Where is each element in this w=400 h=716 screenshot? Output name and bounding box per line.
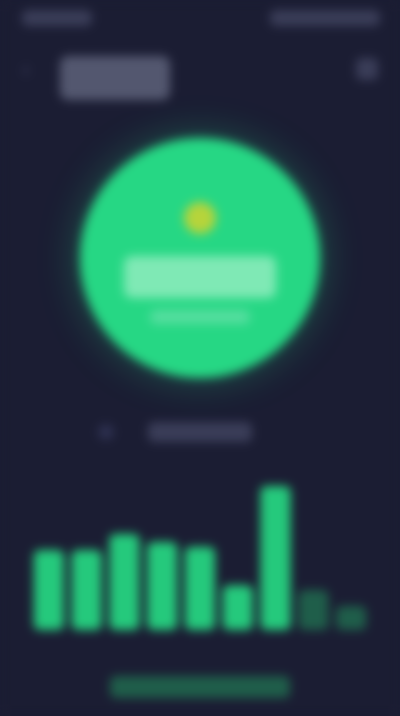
header: ‹ xyxy=(0,44,400,104)
chart-bar xyxy=(147,542,178,630)
chart-bar xyxy=(260,486,291,630)
chevron-left-icon: ‹ xyxy=(22,59,30,81)
bar-chart xyxy=(33,486,367,630)
menu-button[interactable] xyxy=(356,58,378,80)
chart-bar xyxy=(222,585,253,630)
score-circle[interactable] xyxy=(80,138,320,378)
score-value xyxy=(124,256,276,298)
chart-bar xyxy=(336,606,367,630)
chart-bar xyxy=(298,590,329,630)
score-caption xyxy=(150,310,250,324)
status-icons xyxy=(270,10,380,26)
status-bar xyxy=(0,0,400,40)
back-button[interactable]: ‹ xyxy=(14,58,38,82)
chart-bar xyxy=(109,534,140,630)
sun-icon xyxy=(184,202,216,234)
chart-bar xyxy=(33,550,64,630)
bottom-link[interactable] xyxy=(110,676,290,698)
status-dot-icon xyxy=(98,424,114,440)
chart-bar xyxy=(184,546,216,630)
chart-bar xyxy=(71,550,102,630)
page-title xyxy=(60,56,170,100)
status-label xyxy=(148,422,252,442)
status-time xyxy=(22,10,92,26)
